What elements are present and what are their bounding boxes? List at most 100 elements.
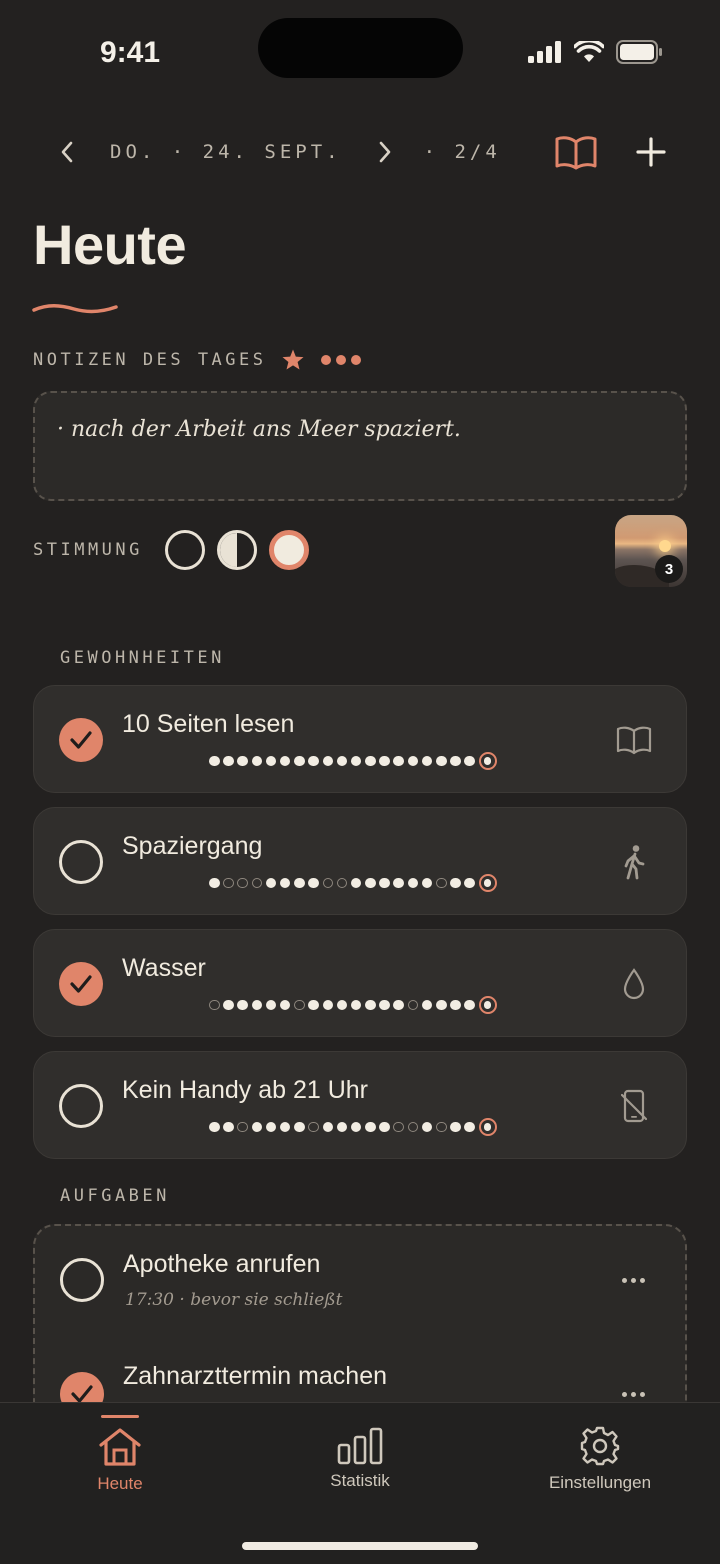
- history-dot-done: [294, 877, 305, 889]
- notes-field[interactable]: · nach der Arbeit ans Meer spaziert.: [33, 391, 687, 501]
- tab-heute[interactable]: Heute: [20, 1403, 220, 1513]
- history-dot-done: [279, 999, 291, 1011]
- page-indicator: · 2/4: [423, 141, 501, 163]
- sunset-sun: [659, 540, 671, 552]
- mood-empty-option[interactable]: [164, 530, 205, 570]
- history-dot-done: [421, 999, 433, 1011]
- history-dot-done: [209, 755, 220, 767]
- history-dot-done: [223, 755, 234, 767]
- history-dot-done: [308, 999, 319, 1011]
- status-time: 9:41: [100, 36, 161, 69]
- history-dot-done: [407, 877, 419, 889]
- tab-label: Heute: [97, 1474, 143, 1493]
- history-dot-done: [379, 1121, 390, 1133]
- history-dot-missed: [436, 877, 447, 889]
- habit-name: 10 Seiten lesen: [122, 710, 295, 738]
- tab-einstellungen[interactable]: Einstellungen: [500, 1403, 700, 1513]
- gear-icon: [580, 1426, 620, 1466]
- history-dot-done: [450, 999, 461, 1011]
- notes-label: NOTIZEN DES TAGES: [33, 350, 267, 370]
- task-note: 17:30 · bevor sie schließt: [125, 1290, 343, 1310]
- book-open-icon: [555, 136, 597, 170]
- history-today-marker: [478, 1118, 497, 1136]
- task-item[interactable]: Apotheke anrufen 17:30 · bevor sie schli…: [35, 1226, 685, 1326]
- habit-history-track: [209, 874, 497, 892]
- home-icon: [99, 1428, 141, 1466]
- history-dot-missed: [251, 877, 263, 889]
- history-dot-missed: [223, 877, 234, 889]
- history-dot-done: [365, 999, 376, 1011]
- history-dot-done: [209, 1121, 220, 1133]
- history-dot-done: [294, 1121, 305, 1133]
- history-dot-missed: [294, 999, 305, 1011]
- history-dot-done: [336, 1121, 348, 1133]
- status-bar: 9:41: [0, 0, 720, 100]
- history-dot-done: [322, 1121, 333, 1133]
- previous-day-button[interactable]: [52, 130, 82, 174]
- star-icon[interactable]: [281, 348, 305, 372]
- more-icon[interactable]: [320, 355, 361, 365]
- page-title: Heute: [33, 213, 187, 276]
- dynamic-island: [258, 18, 463, 78]
- title-underline: [32, 304, 118, 314]
- next-day-button[interactable]: [370, 130, 400, 174]
- journal-button[interactable]: [552, 128, 600, 176]
- mood-full-option-selected[interactable]: [268, 530, 309, 570]
- history-dot-done: [421, 877, 433, 889]
- history-dot-done: [279, 877, 291, 889]
- battery-icon: [616, 40, 662, 64]
- history-dot-done: [265, 877, 277, 889]
- history-dot-done: [279, 1121, 291, 1133]
- habit-card[interactable]: Spaziergang: [33, 807, 687, 915]
- wifi-icon: [574, 41, 604, 62]
- history-dot-missed: [237, 1121, 248, 1133]
- history-dot-done: [365, 1121, 376, 1133]
- mood-half-option[interactable]: [216, 530, 257, 570]
- history-dot-done: [421, 1121, 433, 1133]
- history-dot-done: [350, 877, 362, 889]
- history-dot-missed: [407, 1121, 419, 1133]
- history-dot-done: [436, 755, 447, 767]
- tab-statistik[interactable]: Statistik: [260, 1403, 460, 1513]
- habit-checkbox[interactable]: [59, 840, 103, 884]
- history-dot-missed: [393, 1121, 404, 1133]
- task-checkbox[interactable]: [60, 1258, 104, 1302]
- history-dot-done: [464, 877, 475, 889]
- habit-name: Spaziergang: [122, 832, 263, 860]
- habit-card[interactable]: Wasser: [33, 929, 687, 1037]
- no-phone-icon: [616, 1088, 652, 1124]
- history-dot-missed: [436, 1121, 447, 1133]
- habit-history-track: [209, 996, 497, 1014]
- habit-card[interactable]: Kein Handy ab 21 Uhr: [33, 1051, 687, 1159]
- history-dot-done: [209, 877, 220, 889]
- habit-checkbox-checked[interactable]: [59, 718, 103, 762]
- day-photo-thumbnail[interactable]: 3: [615, 515, 687, 587]
- habit-name: Kein Handy ab 21 Uhr: [122, 1076, 368, 1104]
- history-dot-done: [393, 755, 404, 767]
- chevron-left-icon: [61, 141, 73, 163]
- history-dot-done: [336, 755, 348, 767]
- history-today-marker: [478, 874, 497, 892]
- water-drop-icon: [616, 966, 652, 1002]
- task-name: Apotheke anrufen: [123, 1250, 321, 1278]
- chevron-right-icon: [379, 141, 390, 163]
- history-dot-done: [421, 755, 433, 767]
- habit-checkbox-checked[interactable]: [59, 962, 103, 1006]
- checkmark-icon: [70, 975, 92, 993]
- task-name: Zahnarzttermin machen: [123, 1362, 388, 1390]
- walking-icon: [616, 844, 652, 880]
- history-dot-done: [464, 999, 475, 1011]
- habit-history-track: [209, 1118, 497, 1136]
- task-more-icon[interactable]: [622, 1392, 645, 1397]
- history-dot-missed: [308, 1121, 319, 1133]
- history-dot-done: [265, 1121, 277, 1133]
- habit-checkbox[interactable]: [59, 1084, 103, 1128]
- task-more-icon[interactable]: [622, 1278, 645, 1283]
- mood-label: STIMMUNG: [33, 540, 143, 560]
- history-dot-missed: [336, 877, 348, 889]
- history-dot-done: [237, 755, 248, 767]
- history-dot-done: [322, 999, 333, 1011]
- notes-text: · nach der Arbeit ans Meer spaziert.: [57, 417, 461, 442]
- habit-card[interactable]: 10 Seiten lesen: [33, 685, 687, 793]
- add-button[interactable]: [627, 128, 675, 176]
